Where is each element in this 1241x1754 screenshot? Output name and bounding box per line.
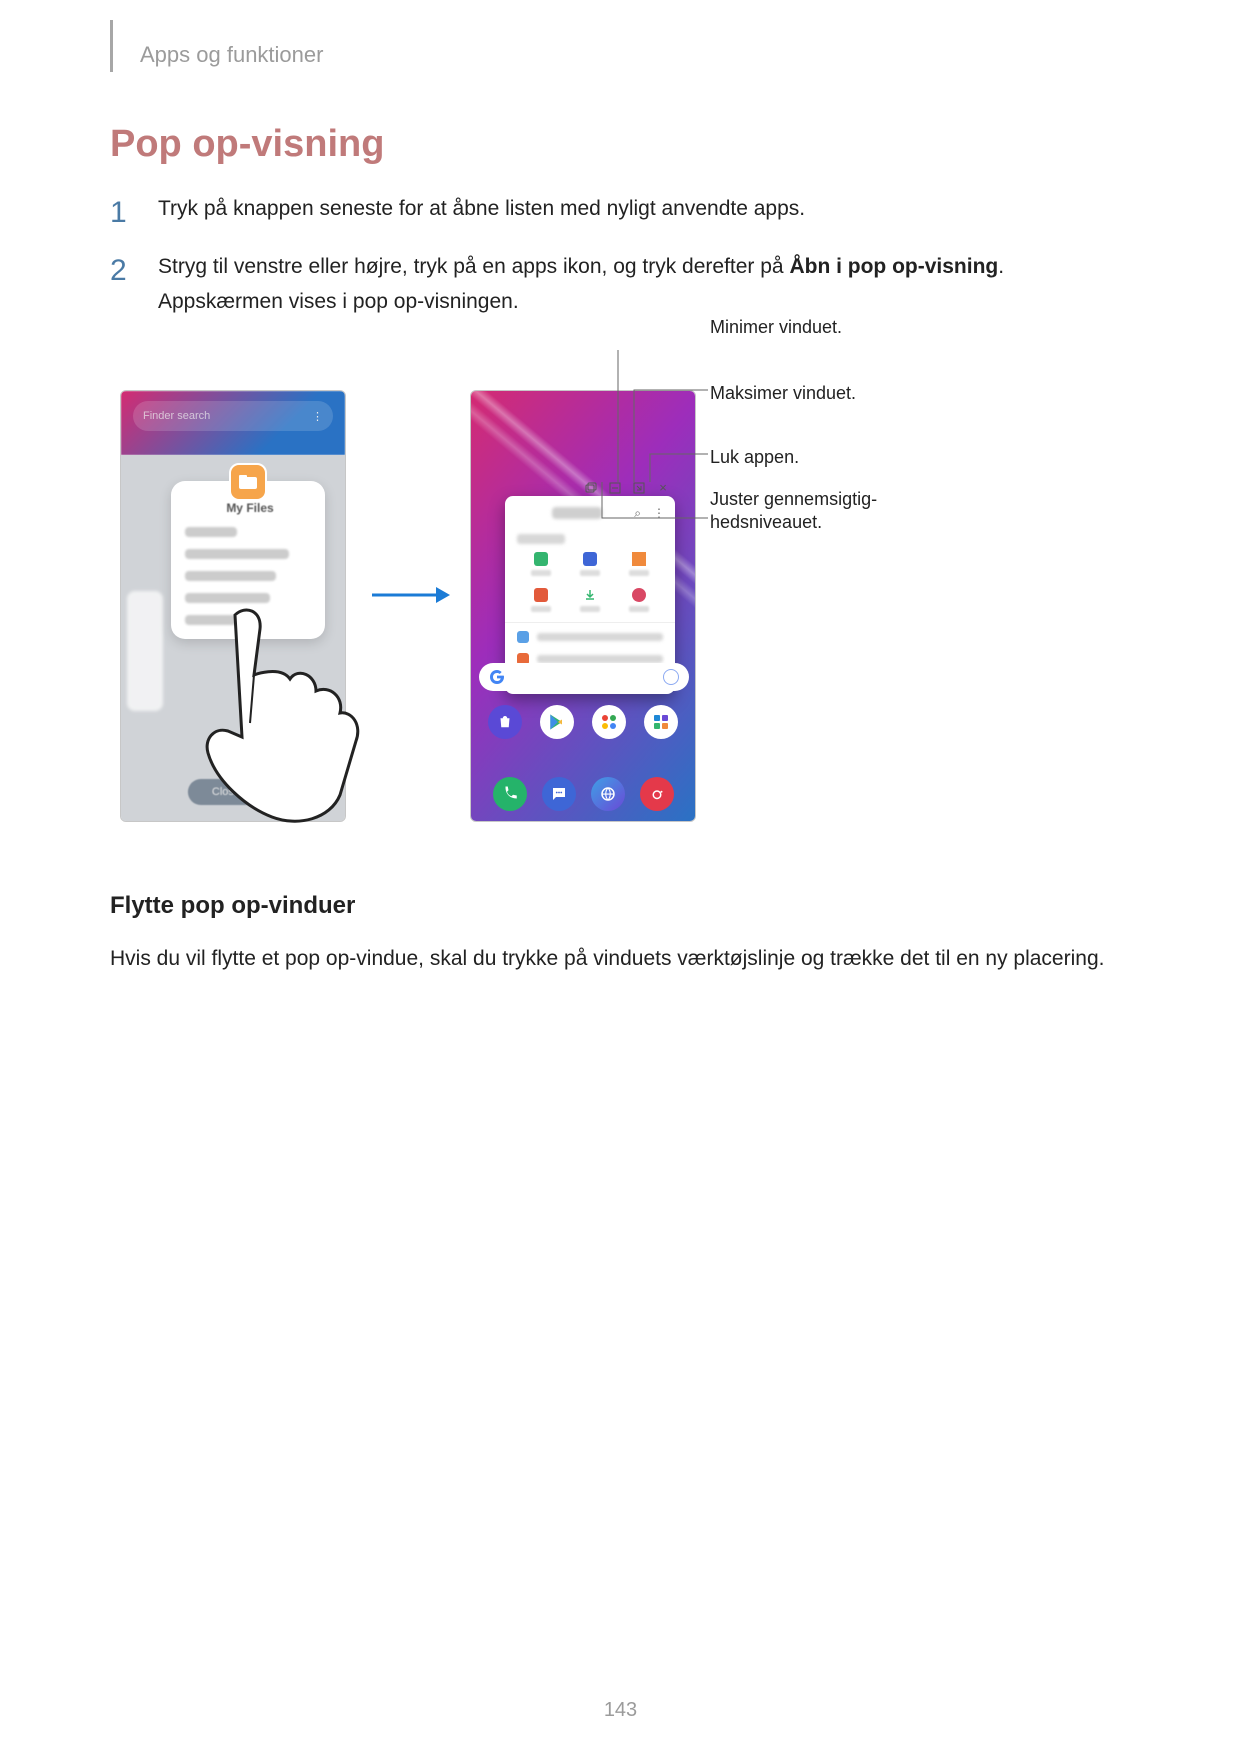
- callout-minimize-label: Minimer vinduet.: [710, 316, 842, 339]
- callout-opacity: Juster gennemsigtig­hedsniveauet.: [710, 488, 900, 535]
- close-icon: ×: [657, 482, 669, 494]
- menu-item: [185, 571, 276, 581]
- popup-toolbar: ×: [585, 482, 669, 496]
- callout-close: Luk appen.: [710, 446, 799, 469]
- browser-icon: [591, 777, 625, 811]
- figure-area: Finder search ⋮ My Files Close all: [110, 350, 1131, 870]
- minimize-icon: [609, 482, 621, 494]
- apk-icon: [632, 588, 646, 602]
- recents-search-bar: Finder search ⋮: [133, 401, 333, 431]
- google-logo-icon: [489, 669, 505, 685]
- search-icon: ⌕: [634, 506, 641, 521]
- popup-category-grid-2: [505, 582, 675, 618]
- menu-item: [185, 593, 270, 603]
- shop-icon: [488, 705, 522, 739]
- downloads-icon: [583, 588, 597, 602]
- callout-opacity-label: Juster gennemsigtig­hedsniveauet.: [710, 488, 900, 535]
- app-icon-myfiles: [229, 463, 267, 501]
- google-search-widget: [479, 663, 689, 691]
- menu-item: [185, 527, 237, 537]
- step-2-text-c: Appskærmen vises i pop op-visningen.: [158, 290, 519, 313]
- maximize-icon: [633, 482, 645, 494]
- chapter-title: Apps og funktioner: [140, 42, 1131, 68]
- step-2-text-a: Stryg til venstre eller højre, tryk på e…: [158, 255, 789, 278]
- phone-icon: [493, 777, 527, 811]
- video-icon: [583, 552, 597, 566]
- popup-title-blur: [552, 507, 602, 519]
- menu-item: [185, 549, 289, 559]
- more-icon: ⋮: [653, 506, 665, 520]
- svg-text:♪: ♪: [635, 554, 641, 566]
- opacity-icon: [585, 482, 597, 494]
- manual-page: Apps og funktioner Pop op-visning Tryk p…: [0, 0, 1241, 1754]
- popup-header: ⌕ ⋮: [505, 496, 675, 530]
- camera-icon: [640, 777, 674, 811]
- recents-search-placeholder: Finder search: [143, 410, 210, 422]
- hand-pointing-icon: [190, 605, 390, 825]
- google-folder-icon: [592, 705, 626, 739]
- more-icon: ⋮: [312, 410, 323, 423]
- step-2-bold: Åbn i pop op-visning: [789, 255, 998, 278]
- images-icon: [534, 552, 548, 566]
- step-2-text-b: .: [998, 255, 1004, 278]
- subheading: Flytte pop op-vinduer: [110, 892, 1131, 920]
- play-store-icon: [540, 705, 574, 739]
- audio-icon: ♪: [632, 552, 646, 566]
- callout-close-label: Luk appen.: [710, 446, 799, 469]
- docs-icon: [534, 588, 548, 602]
- popup-section-label: [505, 530, 675, 546]
- paragraph: Hvis du vil flytte et pop op-vindue, ska…: [110, 941, 1131, 977]
- callout-maximize-label: Maksimer vinduet.: [710, 382, 856, 405]
- callout-minimize: Minimer vinduet.: [710, 316, 842, 339]
- popup-category-grid: ♪: [505, 546, 675, 582]
- samsung-folder-icon: [644, 705, 678, 739]
- step-1-text: Tryk på knappen seneste for at åbne list…: [158, 197, 805, 220]
- dock-row: [471, 777, 695, 811]
- arrow-right-icon: [370, 585, 450, 605]
- mic-icon: [663, 669, 679, 685]
- recents-card-title: My Files: [185, 501, 315, 515]
- callout-maximize: Maksimer vinduet.: [710, 382, 856, 405]
- phone-popup: × ⌕ ⋮ ♪: [470, 390, 696, 822]
- header-rule: [110, 20, 113, 72]
- app-row: [471, 705, 695, 739]
- page-title: Pop op-visning: [110, 123, 1131, 166]
- recents-side-card: [127, 591, 163, 711]
- page-number: 143: [0, 1699, 1241, 1722]
- messages-icon: [542, 777, 576, 811]
- step-1: Tryk på knappen seneste for at åbne list…: [110, 191, 1131, 227]
- step-2: Stryg til venstre eller højre, tryk på e…: [110, 249, 1131, 320]
- steps-list: Tryk på knappen seneste for at åbne list…: [110, 191, 1131, 320]
- internal-storage-icon: [517, 631, 529, 643]
